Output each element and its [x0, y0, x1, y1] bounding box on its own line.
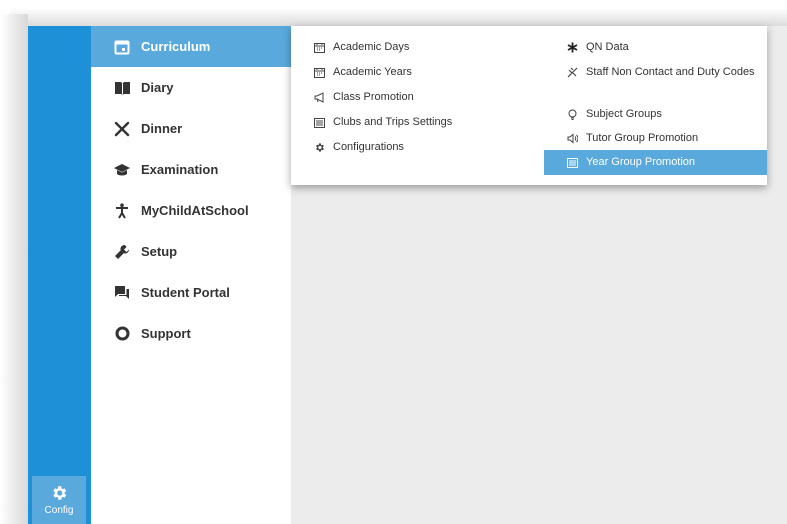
- menu-item-curriculum[interactable]: Curriculum: [91, 26, 291, 67]
- menu-item-label: Examination: [141, 162, 219, 177]
- dropdown-item-label: QN Data: [586, 41, 629, 53]
- menu-item-examination[interactable]: Examination: [91, 149, 291, 190]
- dropdown-item-staff-non-contact[interactable]: Staff Non Contact and Duty Codes: [567, 66, 757, 79]
- chat-icon: [113, 284, 131, 302]
- graduation-cap-icon: [113, 161, 131, 179]
- lightbulb-icon: [567, 109, 578, 120]
- menu-item-student-portal[interactable]: Student Portal: [91, 272, 291, 313]
- dropdown-item-subject-groups[interactable]: Subject Groups: [567, 108, 662, 120]
- gear-icon: [314, 142, 325, 153]
- circle-icon: [113, 325, 131, 343]
- dropdown-item-label: Academic Days: [333, 41, 410, 53]
- list-icon: [314, 117, 325, 128]
- menu-item-support[interactable]: Support: [91, 313, 291, 354]
- dropdown-item-label: Class Promotion: [333, 91, 414, 103]
- dropdown-item-label: Staff Non Contact and Duty Codes: [586, 66, 755, 78]
- dropdown-item-label: Configurations: [333, 141, 404, 153]
- calendar-icon: [314, 67, 325, 78]
- dropdown-item-academic-days[interactable]: Academic Days: [314, 41, 409, 53]
- app-window: Config Curriculum Diary Dinner Examinati…: [28, 26, 787, 524]
- menu-item-label: Setup: [141, 244, 178, 259]
- window-shadow-left: [0, 14, 28, 524]
- speaker-icon: [567, 133, 578, 144]
- gear-icon: [50, 484, 68, 502]
- menu-item-label: Curriculum: [141, 39, 211, 54]
- asterisk-icon: [567, 42, 578, 53]
- window-shadow-top: [10, 8, 787, 26]
- slash-icon: [567, 67, 578, 78]
- curriculum-dropdown: Academic Days Academic Years Class Promo…: [291, 26, 767, 185]
- dropdown-item-configurations[interactable]: Configurations: [314, 141, 404, 153]
- dropdown-item-label: Academic Years: [333, 66, 412, 78]
- dropdown-item-year-group-promotion[interactable]: Year Group Promotion: [544, 150, 767, 175]
- menu-item-setup[interactable]: Setup: [91, 231, 291, 272]
- nav-rail: Config: [28, 26, 91, 524]
- menu-item-diary[interactable]: Diary: [91, 67, 291, 108]
- config-button[interactable]: Config: [32, 476, 86, 524]
- menu-item-label: Dinner: [141, 121, 183, 136]
- dropdown-item-qn-data[interactable]: QN Data: [567, 41, 629, 53]
- person-icon: [113, 202, 131, 220]
- calendar-icon: [113, 38, 131, 56]
- list-icon: [567, 157, 578, 168]
- config-label: Config: [44, 505, 74, 516]
- dropdown-item-label: Clubs and Trips Settings: [333, 116, 453, 128]
- menu-item-label: Support: [141, 326, 191, 341]
- megaphone-icon: [314, 92, 325, 103]
- menu-item-mychildatschool[interactable]: MyChildAtSchool: [91, 190, 291, 231]
- dropdown-item-tutor-group-promotion[interactable]: Tutor Group Promotion: [567, 132, 698, 144]
- dropdown-item-clubs-trips[interactable]: Clubs and Trips Settings: [314, 116, 452, 128]
- menu-item-dinner[interactable]: Dinner: [91, 108, 291, 149]
- dropdown-item-academic-years[interactable]: Academic Years: [314, 66, 412, 78]
- dropdown-item-class-promotion[interactable]: Class Promotion: [314, 91, 414, 103]
- config-menu: Curriculum Diary Dinner Examination MyCh…: [91, 26, 291, 524]
- dropdown-item-label: Year Group Promotion: [586, 156, 696, 168]
- calendar-icon: [314, 42, 325, 53]
- menu-item-label: MyChildAtSchool: [141, 203, 249, 218]
- wrench-icon: [113, 243, 131, 261]
- book-icon: [113, 79, 131, 97]
- dropdown-item-label: Tutor Group Promotion: [586, 132, 699, 144]
- menu-item-label: Student Portal: [141, 285, 230, 300]
- cutlery-icon: [113, 120, 131, 138]
- dropdown-item-label: Subject Groups: [586, 108, 662, 120]
- menu-item-label: Diary: [141, 80, 174, 95]
